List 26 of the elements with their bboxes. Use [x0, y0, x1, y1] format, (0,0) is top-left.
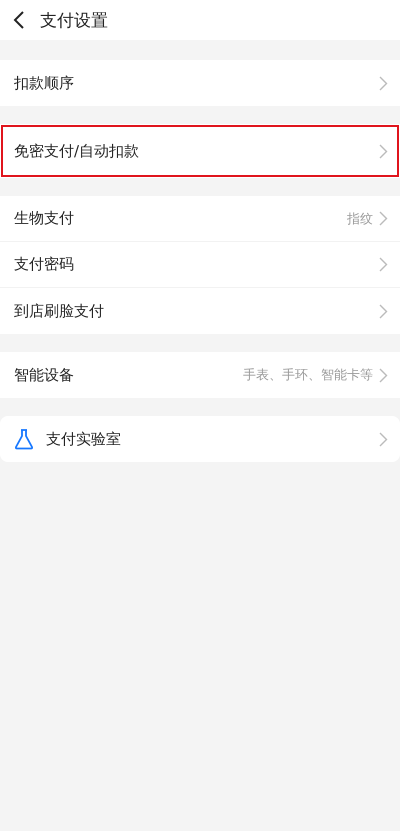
settings-row[interactable]: 扣款顺序: [0, 60, 400, 106]
row-value: 指纹: [347, 210, 373, 228]
page-title: 支付设置: [40, 10, 108, 32]
settings-row[interactable]: 支付实验室: [0, 416, 400, 462]
row-label: 生物支付: [14, 209, 74, 228]
row-label: 到店刷脸支付: [14, 302, 104, 320]
chevron-icon: [379, 432, 388, 446]
chevron-icon: [379, 144, 388, 158]
highlighted-settings-row[interactable]: 免密支付/自动扣款: [0, 124, 400, 178]
row-value: 手表、手环、智能卡等: [243, 367, 373, 384]
row-label: 扣款顺序: [14, 74, 74, 92]
flask-icon: [14, 428, 34, 450]
chevron-icon: [379, 76, 388, 90]
settings-row[interactable]: 到店刷脸支付: [0, 288, 400, 334]
settings-row[interactable]: 智能设备 手表、手环、智能卡等: [0, 352, 400, 398]
chevron-icon: [379, 211, 388, 226]
chevron-icon: [379, 304, 388, 318]
row-label: 支付实验室: [46, 430, 121, 448]
row-label: 免密支付/自动扣款: [14, 142, 140, 160]
chevron-icon: [379, 257, 388, 272]
settings-row[interactable]: 支付密码: [0, 242, 400, 288]
row-label: 支付密码: [14, 255, 74, 274]
chevron-icon: [379, 368, 388, 382]
back-icon[interactable]: [12, 11, 26, 29]
settings-row[interactable]: 生物支付 指纹: [0, 196, 400, 242]
row-label: 智能设备: [14, 366, 74, 384]
